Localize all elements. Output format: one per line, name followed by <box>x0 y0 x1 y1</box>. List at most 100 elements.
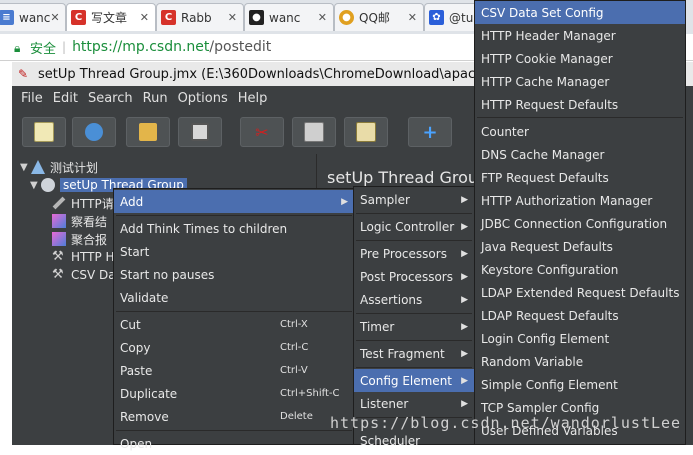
browser-tab-2[interactable]: C 写文章 ✕ <box>66 3 156 31</box>
submenu-arrow-icon: ▶ <box>461 348 468 359</box>
copy-button[interactable] <box>292 117 336 147</box>
menu-item-http-cache-manager[interactable]: HTTP Cache Manager <box>475 70 685 93</box>
menu-item-java-request-defaults[interactable]: Java Request Defaults <box>475 235 685 258</box>
tree-node-aggregate-report[interactable]: 聚合报 <box>52 230 107 248</box>
menu-item-copy[interactable]: Copy Ctrl-C <box>114 336 354 359</box>
menu-item-add[interactable]: Add ▶ <box>114 190 354 213</box>
menu-item-label: Login Config Element <box>481 331 610 346</box>
folder-icon <box>139 123 157 141</box>
close-icon[interactable]: ✕ <box>140 11 149 24</box>
menu-item-timer[interactable]: Timer ▶ <box>354 315 474 338</box>
cut-button[interactable]: ✂ <box>240 117 284 147</box>
tree-node-label: HTTP请 <box>71 196 114 211</box>
menu-help[interactable]: Help <box>238 91 268 106</box>
tree-node-label: 察看结 <box>71 214 108 229</box>
menu-item-dns-cache-manager[interactable]: DNS Cache Manager <box>475 143 685 166</box>
menu-item-keystore-configuration[interactable]: Keystore Configuration <box>475 258 685 281</box>
menu-item-logic-controller[interactable]: Logic Controller ▶ <box>354 215 474 238</box>
menu-divider <box>116 215 352 216</box>
menu-edit[interactable]: Edit <box>53 91 78 106</box>
tree-node-http-header[interactable]: ⚒ HTTP H <box>52 248 115 266</box>
tree-node-http-request[interactable]: HTTP请 <box>52 194 114 212</box>
shortcut-label: Ctrl-V <box>280 365 308 376</box>
paste-icon <box>356 122 376 142</box>
menu-item-cut[interactable]: Cut Ctrl-X <box>114 313 354 336</box>
menu-item-config-element[interactable]: Config Element ▶ <box>354 369 474 392</box>
menu-item-simple-config-element[interactable]: Simple Config Element <box>475 373 685 396</box>
close-icon[interactable]: ✕ <box>50 11 59 24</box>
submenu-arrow-icon: ▶ <box>341 196 348 207</box>
menu-item-add-think-times[interactable]: Add Think Times to children <box>114 217 354 240</box>
url-host: https://mp.csdn.net <box>72 39 210 55</box>
close-icon[interactable]: ✕ <box>228 11 237 24</box>
browser-tab-3[interactable]: C Rabb ✕ <box>156 3 244 31</box>
tree-node-results-tree[interactable]: 察看结 <box>52 212 107 230</box>
menu-divider <box>116 430 352 431</box>
browser-tab-5[interactable]: ● QQ邮 ✕ <box>334 3 424 31</box>
config-element-submenu: CSV Data Set Config HTTP Header Manager … <box>474 0 686 445</box>
menu-options[interactable]: Options <box>178 91 228 106</box>
browser-tab-4[interactable]: ● wanc ✕ <box>244 3 334 31</box>
close-icon[interactable]: ✕ <box>408 11 417 24</box>
wrench-icon: ⚒ <box>52 249 64 264</box>
menu-item-label: HTTP Cache Manager <box>481 74 610 89</box>
url-text[interactable]: https://mp.csdn.net/postedit <box>72 39 271 55</box>
menu-item-paste[interactable]: Paste Ctrl-V <box>114 359 354 382</box>
menu-item-validate[interactable]: Validate <box>114 286 354 309</box>
menu-item-remove[interactable]: Remove Delete <box>114 405 354 428</box>
menu-item-post-processors[interactable]: Post Processors ▶ <box>354 265 474 288</box>
menu-item-test-fragment[interactable]: Test Fragment ▶ <box>354 342 474 365</box>
close-icon[interactable]: ✕ <box>318 11 327 24</box>
menu-run[interactable]: Run <box>143 91 168 106</box>
menu-item-counter[interactable]: Counter <box>475 120 685 143</box>
expand-button[interactable]: + <box>408 117 452 147</box>
baidu-paw-icon: ✿ <box>429 10 444 25</box>
doc-icon: ≡ <box>0 10 14 25</box>
menu-item-label: Cut <box>120 317 141 332</box>
menu-search[interactable]: Search <box>88 91 133 106</box>
templates-button[interactable] <box>72 117 116 147</box>
menu-item-pre-processors[interactable]: Pre Processors ▶ <box>354 242 474 265</box>
menu-item-sampler[interactable]: Sampler ▶ <box>354 188 474 211</box>
tab-label: wanc <box>19 10 51 25</box>
menu-file[interactable]: File <box>21 91 43 106</box>
chart-icon <box>52 214 66 228</box>
menu-item-label: HTTP Cookie Manager <box>481 51 613 66</box>
save-button[interactable] <box>178 117 222 147</box>
menu-item-jdbc-connection-configuration[interactable]: JDBC Connection Configuration <box>475 212 685 235</box>
menu-item-http-authorization-manager[interactable]: HTTP Authorization Manager <box>475 189 685 212</box>
menu-item-ldap-extended-request-defaults[interactable]: LDAP Extended Request Defaults <box>475 281 685 304</box>
menu-item-listener[interactable]: Listener ▶ <box>354 392 474 415</box>
tree-node-csv-data[interactable]: ⚒ CSV Da <box>52 266 116 284</box>
tree-node-test-plan[interactable]: ▼ 测试计划 <box>20 158 98 176</box>
shortcut-label: Ctrl-X <box>280 319 308 330</box>
save-icon <box>191 123 209 141</box>
expand-arrow-icon: ▼ <box>30 179 38 191</box>
menu-item-csv-data-set-config[interactable]: CSV Data Set Config <box>475 1 685 24</box>
tree-node-label: 聚合报 <box>71 232 108 247</box>
open-button[interactable] <box>126 117 170 147</box>
menu-item-open[interactable]: Open <box>114 432 354 455</box>
menu-item-label: Remove <box>120 409 169 424</box>
menu-item-scheduler[interactable]: Scheduler <box>354 429 474 452</box>
url-path: /postedit <box>209 39 272 55</box>
menu-item-start[interactable]: Start <box>114 240 354 263</box>
new-button[interactable] <box>22 117 66 147</box>
menu-item-duplicate[interactable]: Duplicate Ctrl+Shift-C <box>114 382 354 405</box>
menu-item-login-config-element[interactable]: Login Config Element <box>475 327 685 350</box>
csdn-icon: C <box>161 10 176 25</box>
menu-item-http-cookie-manager[interactable]: HTTP Cookie Manager <box>475 47 685 70</box>
menu-item-label: Keystore Configuration <box>481 262 619 277</box>
browser-tab-1[interactable]: ≡ wanc ✕ <box>0 3 66 31</box>
menu-item-label: Simple Config Element <box>481 377 618 392</box>
menu-item-http-request-defaults[interactable]: HTTP Request Defaults <box>475 93 685 116</box>
menu-item-assertions[interactable]: Assertions ▶ <box>354 288 474 311</box>
menu-item-start-no-pauses[interactable]: Start no pauses <box>114 263 354 286</box>
paste-button[interactable] <box>344 117 388 147</box>
context-menu: Add ▶ Add Think Times to children Start S… <box>113 188 355 451</box>
menu-item-label: Random Variable <box>481 354 584 369</box>
menu-item-ftp-request-defaults[interactable]: FTP Request Defaults <box>475 166 685 189</box>
menu-item-random-variable[interactable]: Random Variable <box>475 350 685 373</box>
menu-item-ldap-request-defaults[interactable]: LDAP Request Defaults <box>475 304 685 327</box>
menu-item-http-header-manager[interactable]: HTTP Header Manager <box>475 24 685 47</box>
